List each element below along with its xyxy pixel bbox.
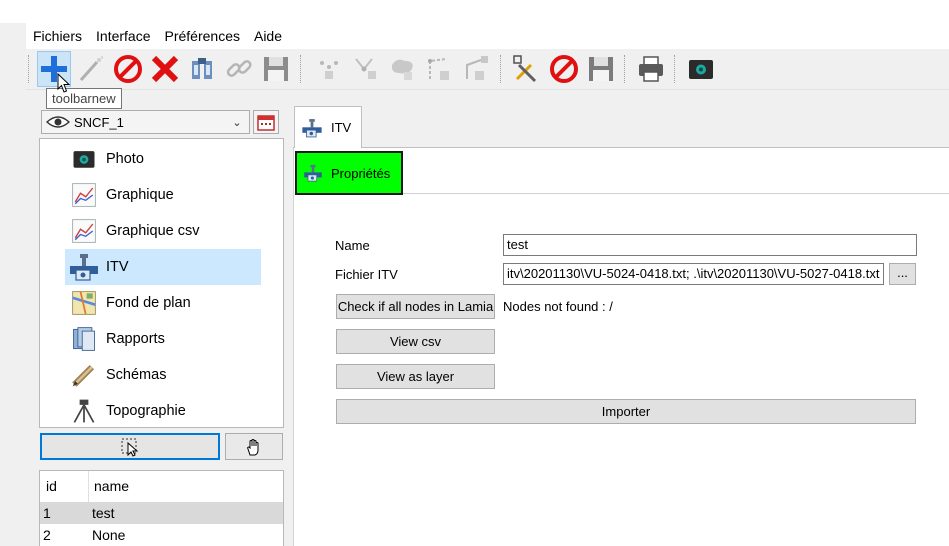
cancel-button[interactable] bbox=[111, 51, 145, 87]
menu-aide[interactable]: Aide bbox=[247, 23, 289, 49]
add-node-button[interactable] bbox=[312, 51, 346, 87]
delete-button[interactable] bbox=[148, 51, 182, 87]
list-item-schemas[interactable]: Schémas bbox=[65, 357, 261, 393]
list-item-rapports[interactable]: Rapports bbox=[65, 321, 261, 357]
camera-button[interactable] bbox=[684, 51, 718, 87]
add-polygon-button[interactable] bbox=[386, 51, 420, 87]
list-item-topographie[interactable]: Topographie bbox=[65, 393, 261, 427]
link-button[interactable] bbox=[222, 51, 256, 87]
menu-bar: Fichiers Interface Préférences Aide bbox=[26, 23, 949, 49]
layer-combobox[interactable]: SNCF_1 ⌄ bbox=[41, 110, 250, 134]
tripod-icon bbox=[73, 399, 95, 423]
save-button[interactable] bbox=[259, 51, 293, 87]
view-csv-button[interactable]: View csv bbox=[336, 329, 495, 354]
subtab-underline bbox=[403, 193, 949, 194]
list-item-graphique[interactable]: Graphique bbox=[65, 177, 261, 213]
eye-icon bbox=[46, 116, 70, 128]
add-vertex-icon bbox=[355, 58, 376, 79]
fichier-itv-field[interactable]: itv\20201130\VU-5024-0418.txt; .\itv\202… bbox=[503, 263, 884, 285]
chevron-down-icon: ⌄ bbox=[232, 116, 242, 129]
camera-icon bbox=[73, 151, 95, 168]
nodes-status-text: Nodes not found : / bbox=[503, 299, 613, 314]
map-icon bbox=[72, 291, 96, 315]
add-line-icon bbox=[428, 58, 449, 80]
pick-tools-button[interactable] bbox=[510, 51, 544, 87]
toolbar-separator bbox=[624, 55, 626, 83]
save-icon bbox=[589, 57, 613, 81]
magic-wand-button[interactable] bbox=[74, 51, 108, 87]
view-as-layer-button[interactable]: View as layer bbox=[336, 364, 495, 389]
mouse-cursor-icon bbox=[57, 73, 71, 93]
toolbar-separator bbox=[300, 55, 302, 83]
column-divider bbox=[88, 471, 89, 502]
reports-icon bbox=[73, 327, 95, 351]
toolbar-handle[interactable] bbox=[28, 55, 30, 83]
list-item-fond-de-plan[interactable]: Fond de plan bbox=[65, 285, 261, 321]
link-icon bbox=[226, 60, 252, 77]
menu-fichiers[interactable]: Fichiers bbox=[26, 23, 89, 49]
select-tool-button[interactable] bbox=[40, 433, 220, 460]
pick-tools-icon bbox=[513, 55, 537, 83]
toolbar bbox=[26, 49, 949, 90]
add-line-button[interactable] bbox=[423, 51, 457, 87]
hand-icon bbox=[247, 438, 259, 455]
table-row[interactable]: 2 None bbox=[40, 524, 283, 546]
add-node-icon bbox=[320, 61, 338, 79]
list-item-graphique-csv[interactable]: Graphique csv bbox=[65, 213, 261, 249]
pan-tool-button[interactable] bbox=[225, 433, 283, 460]
menu-interface[interactable]: Interface bbox=[89, 23, 157, 49]
magic-wand-icon bbox=[79, 56, 103, 81]
browse-button[interactable]: ... bbox=[889, 263, 916, 285]
feature-table: id name 1 test 2 None bbox=[39, 470, 284, 546]
tab-proprietes[interactable]: Propriétés bbox=[295, 151, 403, 195]
save-button-2[interactable] bbox=[584, 51, 618, 87]
itv-camera-pipe-icon bbox=[302, 118, 322, 137]
add-vertex-button[interactable] bbox=[349, 51, 383, 87]
name-label: Name bbox=[335, 238, 370, 253]
forbidden-icon bbox=[114, 55, 142, 83]
column-header-name[interactable]: name bbox=[94, 471, 129, 502]
toolbar-separator bbox=[674, 55, 676, 83]
importer-button[interactable]: Importer bbox=[336, 399, 916, 424]
menu-preferences[interactable]: Préférences bbox=[158, 23, 247, 49]
column-header-id[interactable]: id bbox=[46, 471, 57, 502]
object-type-list: Photo Graphique Graphique csv ITV Fond d… bbox=[39, 138, 284, 428]
add-polygon-icon bbox=[391, 59, 413, 80]
red-cross-icon bbox=[151, 55, 179, 83]
toolbar-separator bbox=[500, 55, 502, 83]
cancel-button-2[interactable] bbox=[547, 51, 581, 87]
schema-pen-icon bbox=[72, 364, 95, 387]
add-tree-icon bbox=[466, 56, 488, 80]
chart-csv-icon bbox=[72, 219, 96, 243]
layer-combobox-value: SNCF_1 bbox=[74, 114, 124, 130]
calendar-button[interactable] bbox=[253, 110, 279, 134]
camera-icon bbox=[689, 60, 713, 79]
select-arrow-icon bbox=[121, 438, 139, 457]
add-tree-button[interactable] bbox=[460, 51, 494, 87]
list-item-itv[interactable]: ITV bbox=[65, 249, 261, 285]
print-button[interactable] bbox=[634, 51, 668, 87]
itv-camera-pipe-icon bbox=[304, 164, 322, 182]
fichier-itv-label: Fichier ITV bbox=[335, 267, 398, 282]
check-nodes-button[interactable]: Check if all nodes in Lamia bbox=[336, 294, 495, 319]
save-icon bbox=[264, 57, 288, 81]
name-field[interactable]: test bbox=[503, 234, 917, 256]
tab-itv[interactable]: ITV bbox=[294, 106, 362, 148]
itv-camera-pipe-icon bbox=[70, 254, 98, 281]
table-row[interactable]: 1 test bbox=[40, 502, 283, 524]
forbidden-icon bbox=[550, 55, 578, 83]
chart-icon bbox=[72, 183, 96, 207]
window-top-strip bbox=[0, 0, 949, 23]
printer-icon bbox=[639, 56, 663, 82]
calendar-icon bbox=[257, 115, 275, 131]
list-item-photo[interactable]: Photo bbox=[65, 141, 261, 177]
database-button[interactable] bbox=[185, 51, 219, 87]
database-icon bbox=[192, 58, 212, 79]
